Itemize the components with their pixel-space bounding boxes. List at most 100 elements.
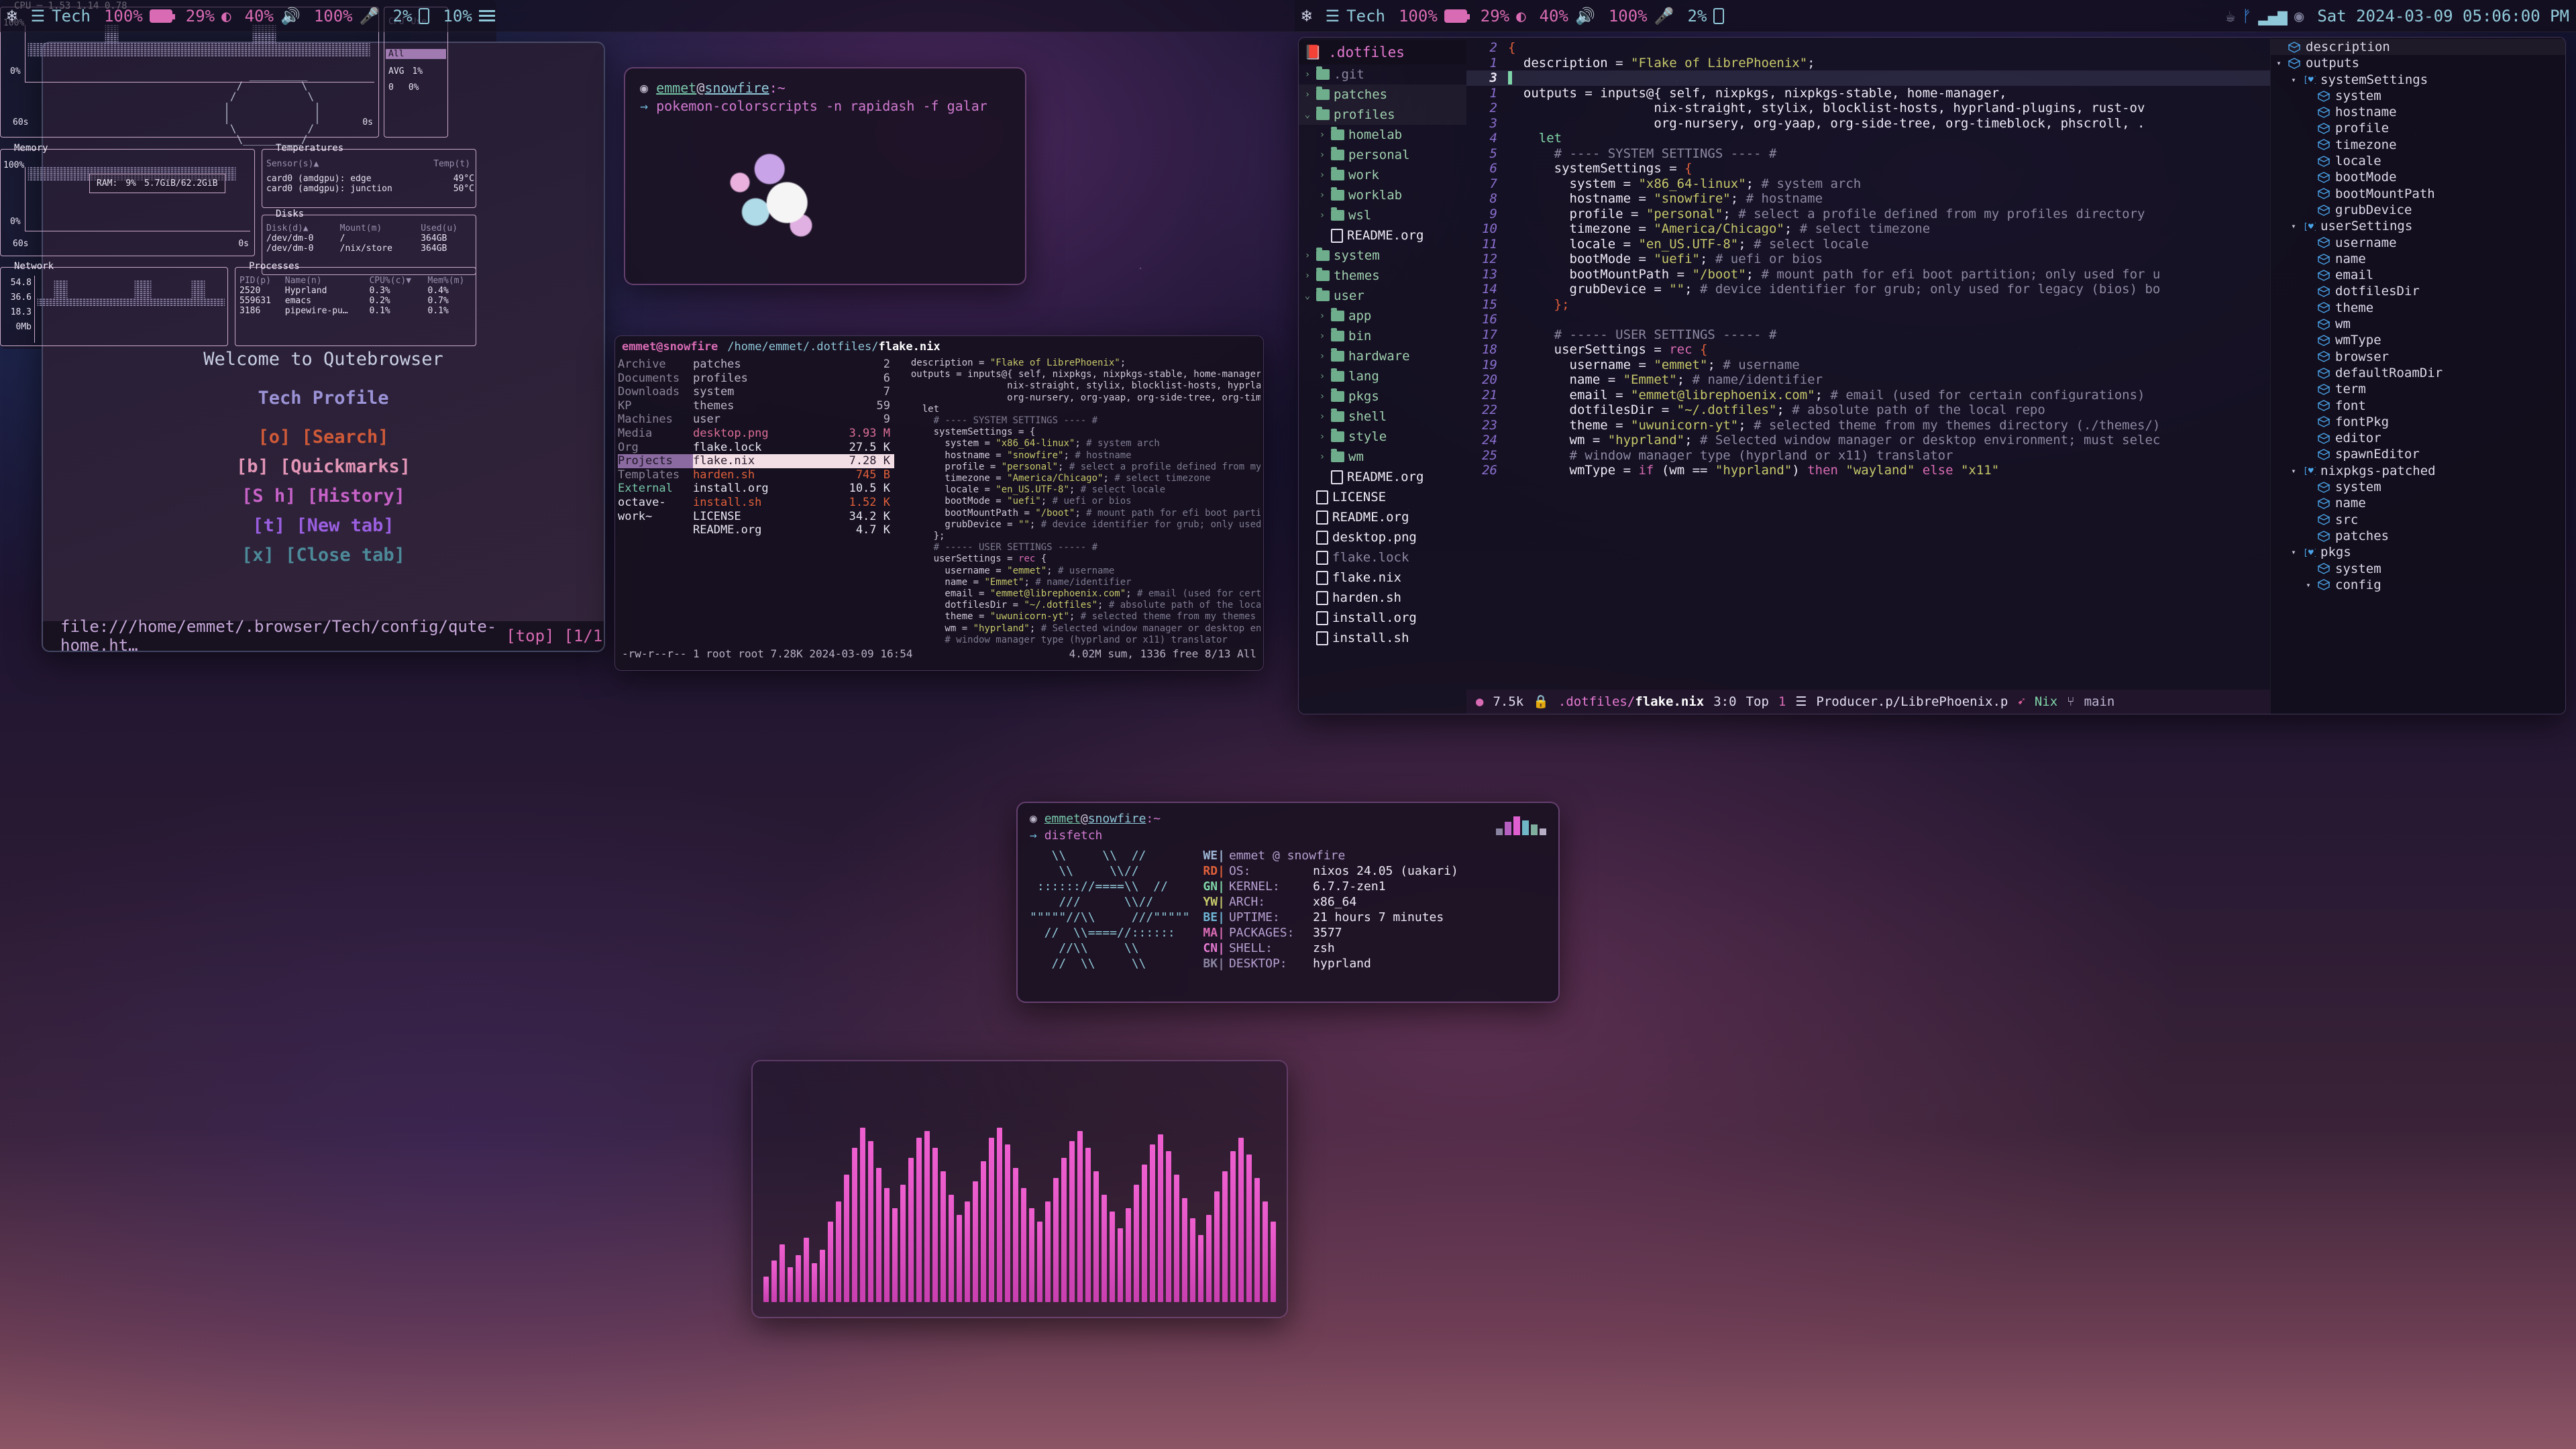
outline-row[interactable]: name: [2271, 495, 2565, 511]
treemacs-row[interactable]: › themes: [1299, 266, 1466, 286]
outline-row[interactable]: bootMountPath: [2271, 186, 2565, 202]
triangle-down-icon[interactable]: ▾: [2290, 544, 2298, 560]
treemacs-row[interactable]: ⌄ user: [1299, 286, 1466, 306]
workspace-indicator[interactable]: ☰ Tech: [24, 7, 97, 25]
treemacs-row[interactable]: install.org: [1299, 608, 1466, 628]
outline-row[interactable]: term: [2271, 381, 2565, 397]
outline-row[interactable]: defaultRoamDir: [2271, 365, 2565, 381]
outline-row[interactable]: grubDevice: [2271, 202, 2565, 218]
treemacs-row[interactable]: › wm: [1299, 447, 1466, 467]
treemacs-row[interactable]: › system: [1299, 246, 1466, 266]
shortcut-quickmarks[interactable]: [b] [Quickmarks]: [43, 452, 604, 482]
ranger-file-row[interactable]: profiles 6: [693, 372, 894, 386]
emacs-outline-sidebar[interactable]: description▾outputs▾[♥]systemSettingssys…: [2270, 38, 2565, 714]
ranger-file-row[interactable]: install.sh 1.52 K: [693, 496, 894, 510]
treemacs-row[interactable]: desktop.png: [1299, 527, 1466, 547]
ranger-file-row[interactable]: install.org 10.5 K: [693, 482, 894, 496]
treemacs-row[interactable]: › worklab: [1299, 185, 1466, 205]
ranger-parent-item[interactable]: octave-work~: [618, 496, 693, 523]
outline-row[interactable]: browser: [2271, 349, 2565, 365]
outline-row[interactable]: system: [2271, 561, 2565, 577]
ranger-file-row[interactable]: themes 59: [693, 399, 894, 413]
treemacs-row[interactable]: install.sh: [1299, 628, 1466, 648]
outline-row[interactable]: ▾ [♥] nixpkgs-patched: [2271, 463, 2565, 479]
treemacs-row[interactable]: README.org: [1299, 467, 1466, 487]
outline-row[interactable]: patches: [2271, 528, 2565, 544]
disk-column-header[interactable]: Used(u): [418, 223, 477, 233]
process-row[interactable]: 2520 Hyprland 0.3% 0.4%: [237, 286, 477, 296]
triangle-down-icon[interactable]: ▾: [2290, 218, 2298, 234]
treemacs-row[interactable]: › hardware: [1299, 346, 1466, 366]
ranger-parent-item[interactable]: Templates: [618, 468, 693, 482]
disc-icon[interactable]: ◉: [2294, 7, 2304, 25]
shortcut-history[interactable]: [S h] [History]: [43, 482, 604, 511]
treemacs-row[interactable]: › work: [1299, 165, 1466, 185]
ram-widget[interactable]: 2%: [386, 7, 437, 25]
volume-widget[interactable]: 40% 🔊: [238, 7, 307, 25]
emacs-treemacs-sidebar[interactable]: 📕 .dotfiles › .git › patches ⌄ profiles › homel…: [1299, 38, 1466, 714]
triangle-down-icon[interactable]: ▾: [2290, 72, 2298, 88]
btop-temperatures-panel[interactable]: Temperatures Sensor(s)▲ Temp(t) card0 (a…: [262, 143, 476, 208]
chevron-right-icon[interactable]: ›: [1318, 165, 1327, 185]
treemacs-row[interactable]: › wsl: [1299, 205, 1466, 225]
ranger-file-row[interactable]: desktop.png 3.93 M: [693, 427, 894, 441]
chevron-right-icon[interactable]: ›: [1303, 266, 1312, 286]
chevron-right-icon[interactable]: ›: [1318, 326, 1327, 346]
ranger-file-row[interactable]: patches 2: [693, 358, 894, 372]
chevron-right-icon[interactable]: ›: [1318, 125, 1327, 145]
outline-row[interactable]: profile: [2271, 120, 2565, 136]
process-row[interactable]: 559631 emacs 0.2% 0.7%: [237, 296, 477, 306]
outline-row[interactable]: timezone: [2271, 137, 2565, 153]
treemacs-row[interactable]: › lang: [1299, 366, 1466, 386]
treemacs-row[interactable]: › shell: [1299, 407, 1466, 427]
workspace-indicator-right[interactable]: ☰ Tech: [1319, 7, 1392, 25]
triangle-down-icon[interactable]: ▾: [2290, 463, 2298, 479]
btop-memory-panel[interactable]: Memory 100% 0% ⣿ ⣿⣿ ⣿⣿ ⣿⣿ ⣿⣿ ⣿⣿ ⣿⣿ ⣿⣿ ⣿⣿…: [0, 143, 255, 256]
shortcut-closetab[interactable]: [x] [Close tab]: [43, 541, 604, 570]
outline-row[interactable]: editor: [2271, 430, 2565, 446]
ranger-parent-item[interactable]: KP: [618, 399, 693, 413]
emacs-window[interactable]: 📕 .dotfiles › .git › patches ⌄ profiles › homel…: [1298, 37, 2566, 714]
outline-row[interactable]: ▾ [♥] systemSettings: [2271, 72, 2565, 88]
chevron-right-icon[interactable]: ›: [1318, 346, 1327, 366]
treemacs-row[interactable]: README.org: [1299, 225, 1466, 246]
treemacs-row[interactable]: › bin: [1299, 326, 1466, 346]
outline-row[interactable]: spawnEditor: [2271, 446, 2565, 462]
cup-icon[interactable]: ☕: [2226, 7, 2235, 25]
volume-widget-right[interactable]: 40% 🔊: [1533, 7, 1602, 25]
treemacs-row[interactable]: › style: [1299, 427, 1466, 447]
outline-row[interactable]: ▾ config: [2271, 577, 2565, 593]
outline-row[interactable]: dotfilesDir: [2271, 283, 2565, 299]
ranger-parent-item[interactable]: Documents: [618, 372, 693, 386]
terminal-pokemon-window[interactable]: ◉ emmet@snowfire:~ → pokemon-colorscript…: [624, 67, 1026, 285]
chevron-right-icon[interactable]: ›: [1318, 205, 1327, 225]
disk-column-header[interactable]: Mount(m): [337, 223, 419, 233]
chevron-right-icon[interactable]: ›: [1303, 64, 1312, 85]
ranger-parent-item[interactable]: Org: [618, 441, 693, 455]
outline-row[interactable]: system: [2271, 88, 2565, 104]
outline-row[interactable]: email: [2271, 267, 2565, 283]
treemacs-row[interactable]: › patches: [1299, 85, 1466, 105]
chevron-right-icon[interactable]: ›: [1318, 306, 1327, 326]
qutebrowser-url[interactable]: file:///home/emmet/.browser/Tech/config/…: [60, 617, 496, 651]
ranger-file-row[interactable]: LICENSE 34.2 K: [693, 510, 894, 524]
outline-row[interactable]: ▾ [♥] pkgs: [2271, 544, 2565, 560]
btop-network-panel[interactable]: Network 54.8 36.6 18.3 0Mb ⣿⣿⣿⣿⣿⣿ ⣿ ⣿ ⣿⣿ ⣿ …: [0, 261, 228, 346]
chevron-right-icon[interactable]: ›: [1318, 145, 1327, 165]
battery-widget[interactable]: 100%: [97, 7, 179, 25]
brightness-widget[interactable]: 29% ◐: [179, 7, 238, 25]
ranger-file-row[interactable]: flake.lock 27.5 K: [693, 441, 894, 455]
chevron-right-icon[interactable]: ›: [1318, 366, 1327, 386]
chevron-right-icon[interactable]: ›: [1318, 407, 1327, 427]
treemacs-row[interactable]: › app: [1299, 306, 1466, 326]
treemacs-row[interactable]: LICENSE: [1299, 487, 1466, 507]
treemacs-row[interactable]: harden.sh: [1299, 588, 1466, 608]
ram-widget-right[interactable]: 2%: [1681, 7, 1731, 25]
outline-row[interactable]: src: [2271, 512, 2565, 528]
btop-temp-col2[interactable]: Temp(t): [433, 159, 470, 169]
ranger-file-row[interactable]: flake.nix 7.28 K: [693, 454, 894, 468]
outline-row[interactable]: hostname: [2271, 104, 2565, 120]
chevron-right-icon[interactable]: ›: [1318, 386, 1327, 407]
treemacs-row[interactable]: flake.nix: [1299, 568, 1466, 588]
treemacs-row[interactable]: › .git: [1299, 64, 1466, 85]
